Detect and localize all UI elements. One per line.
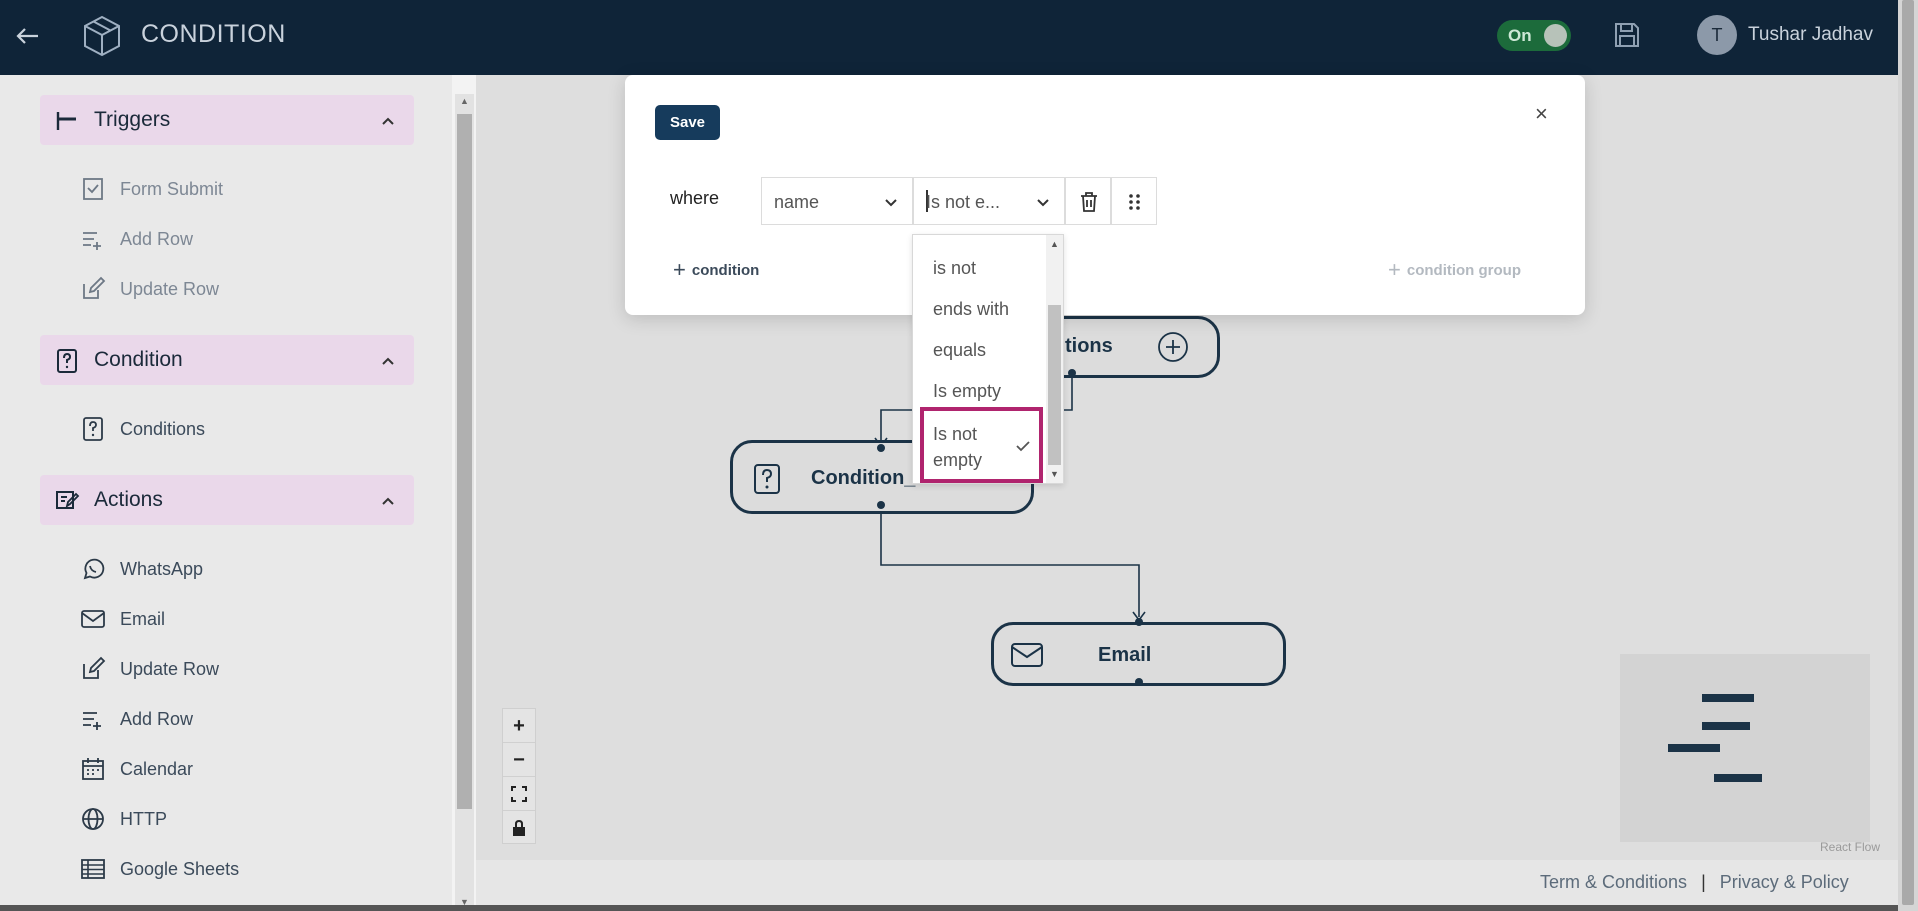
dropdown-option[interactable]: is not xyxy=(933,258,976,279)
mail-icon xyxy=(1011,643,1043,667)
lock-icon xyxy=(513,819,525,836)
operator-select-value: Is not e... xyxy=(926,192,1001,212)
chevron-down-icon xyxy=(885,199,897,207)
check-icon xyxy=(1016,441,1030,452)
condition-modal: Save × where name Is not e... + condition… xyxy=(625,75,1585,315)
minimap-node xyxy=(1702,694,1754,702)
react-flow-attribution[interactable]: React Flow xyxy=(1820,840,1880,854)
lock-button[interactable] xyxy=(503,811,535,845)
drag-handle[interactable] xyxy=(1111,177,1157,225)
scroll-down-arrow-icon[interactable]: ▼ xyxy=(1050,469,1059,479)
minimap-node xyxy=(1702,722,1750,730)
node-title: Condition_ xyxy=(811,467,916,489)
dropdown-option-selected[interactable]: Is not empty xyxy=(920,407,1043,483)
selected-option-label: Is not empty xyxy=(933,421,982,473)
selected-option-line2: empty xyxy=(933,450,983,470)
node-handle[interactable] xyxy=(1135,618,1143,626)
node-handle[interactable] xyxy=(877,501,885,509)
minimap[interactable] xyxy=(1620,654,1870,842)
add-group-label: condition group xyxy=(1406,262,1521,279)
dropdown-option[interactable]: ends with xyxy=(933,299,1009,320)
operator-select[interactable]: Is not e... xyxy=(913,177,1065,225)
node-title: tions xyxy=(1065,335,1113,357)
minimap-node xyxy=(1668,744,1720,752)
fit-view-icon xyxy=(511,786,527,802)
drag-dots-icon xyxy=(1129,194,1140,210)
field-select[interactable]: name xyxy=(761,177,913,225)
privacy-link[interactable]: Privacy & Policy xyxy=(1720,872,1849,892)
footer-separator: | xyxy=(1701,872,1706,892)
scroll-up-arrow-icon[interactable]: ▲ xyxy=(1050,239,1059,249)
page-scroll-thumb[interactable] xyxy=(1902,0,1914,905)
node-handle[interactable] xyxy=(877,444,885,452)
terms-link[interactable]: Term & Conditions xyxy=(1540,872,1687,892)
zoom-controls: + − xyxy=(502,708,536,844)
plus-icon: + xyxy=(1388,257,1401,282)
minimap-node xyxy=(1714,774,1762,782)
add-circle-icon[interactable] xyxy=(1157,331,1189,363)
email-node[interactable]: Email xyxy=(991,622,1286,686)
add-condition-label: condition xyxy=(691,262,760,279)
fit-view-button[interactable] xyxy=(503,777,535,811)
operator-dropdown: is not ends with equals Is empty Is not e… xyxy=(912,234,1064,484)
delete-condition-button[interactable] xyxy=(1065,177,1111,225)
dropdown-scroll-thumb[interactable] xyxy=(1048,305,1061,465)
close-icon[interactable]: × xyxy=(1535,101,1548,127)
zoom-in-button[interactable]: + xyxy=(503,709,535,743)
plus-icon: + xyxy=(673,257,686,282)
node-handle[interactable] xyxy=(1135,678,1143,686)
node-title: Email xyxy=(1098,644,1152,666)
dropdown-option[interactable]: equals xyxy=(933,340,986,361)
field-select-value: name xyxy=(774,192,820,212)
where-label: where xyxy=(670,188,720,208)
dropdown-option[interactable]: Is empty xyxy=(933,381,1001,402)
bottom-strip xyxy=(0,905,1898,911)
trash-icon xyxy=(1081,192,1097,212)
zoom-out-button[interactable]: − xyxy=(503,743,535,777)
save-button[interactable]: Save xyxy=(655,105,720,140)
chevron-down-icon xyxy=(1037,199,1049,207)
page-scrollbar[interactable] xyxy=(1898,0,1918,911)
add-condition-button[interactable]: + condition xyxy=(673,257,759,283)
add-condition-group-button[interactable]: + condition group xyxy=(1388,257,1521,283)
footer-links: Term & Conditions | Privacy & Policy xyxy=(1540,872,1849,893)
node-handle[interactable] xyxy=(1068,369,1076,377)
question-doc-icon xyxy=(754,464,780,494)
dropdown-scrollbar[interactable]: ▲ ▼ xyxy=(1046,235,1063,483)
selected-option-line1: Is not xyxy=(933,424,978,444)
